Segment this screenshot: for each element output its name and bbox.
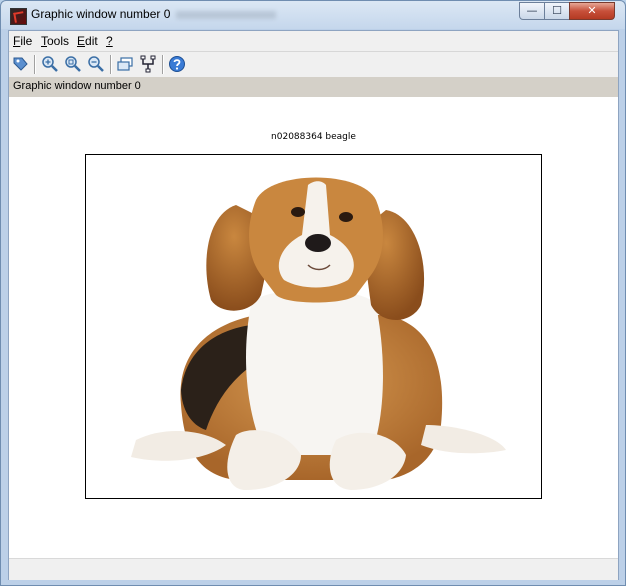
menu-bar: File Tools Edit ? — [9, 31, 618, 52]
graphics-tree-icon[interactable] — [139, 55, 157, 73]
menu-edit[interactable]: Edit — [77, 34, 98, 48]
zoom-in-icon[interactable] — [41, 55, 59, 73]
datatip-icon[interactable] — [12, 55, 30, 73]
help-icon[interactable] — [168, 55, 186, 73]
menu-tools[interactable]: Tools — [41, 34, 69, 48]
window-title: Graphic window number 0 — [31, 7, 171, 21]
menu-help-mnemonic: ? — [106, 34, 113, 48]
minimize-button[interactable]: — — [519, 2, 545, 20]
menu-tools-label: ools — [47, 34, 70, 48]
toolbar-separator — [110, 55, 112, 74]
status-bar — [9, 558, 618, 580]
axes-image-frame[interactable] — [85, 154, 542, 499]
maximize-button[interactable]: ☐ — [544, 2, 570, 20]
toolbar — [9, 52, 618, 77]
graphic-window: Graphic window number 0 — ☐ ✕ File Tools… — [0, 0, 626, 586]
figure-title: n02088364 beagle — [271, 132, 356, 142]
menu-edit-mnemonic: E — [77, 34, 86, 48]
beagle-image — [131, 177, 506, 490]
graphic-canvas[interactable]: n02088364 beagle — [9, 97, 618, 557]
menu-edit-label: dit — [85, 34, 98, 48]
info-bar-text: Graphic window number 0 — [13, 80, 141, 92]
title-bar[interactable]: Graphic window number 0 — ☐ ✕ — [1, 1, 625, 29]
close-button[interactable]: ✕ — [569, 2, 615, 20]
toolbar-separator — [162, 55, 164, 74]
zoom-out-icon[interactable] — [87, 55, 105, 73]
info-bar: Graphic window number 0 — [9, 77, 618, 97]
zoom-fit-icon[interactable] — [64, 55, 82, 73]
blurred-title-extra — [176, 11, 276, 19]
menu-file-label: ile — [20, 34, 33, 48]
menu-file[interactable]: File — [13, 34, 32, 48]
window-client-area: File Tools Edit ? Graphic window number … — [8, 30, 619, 580]
scilab-app-icon[interactable] — [10, 8, 27, 25]
rotate-icon[interactable] — [116, 55, 134, 73]
menu-help[interactable]: ? — [106, 34, 113, 48]
toolbar-separator — [34, 55, 36, 74]
